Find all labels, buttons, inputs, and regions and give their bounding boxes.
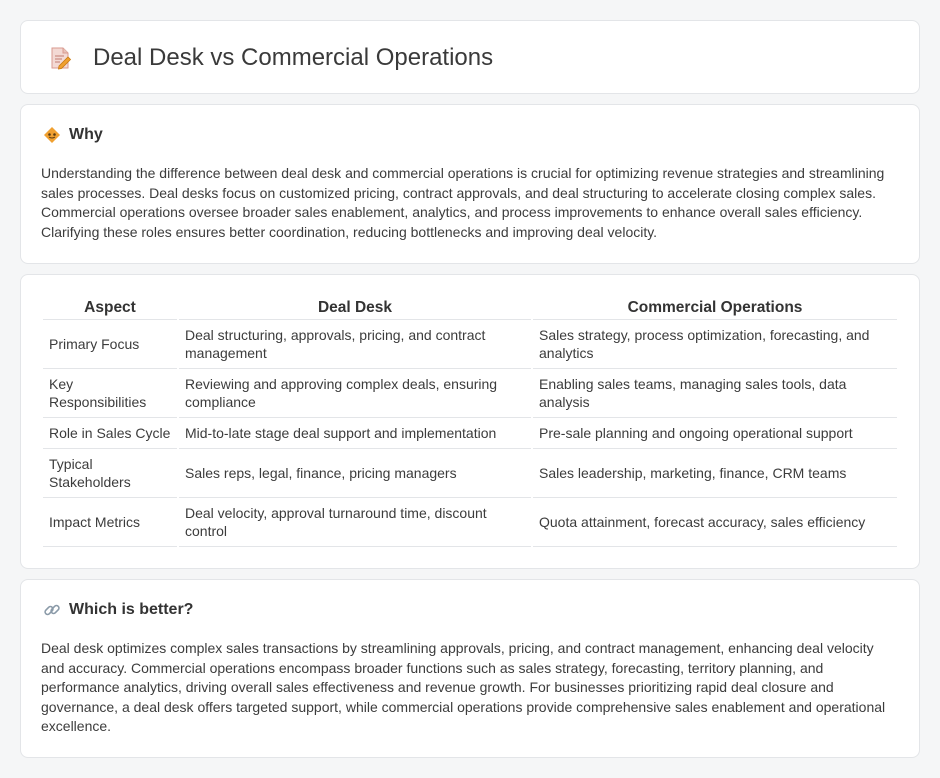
comparison-section: Aspect Deal Desk Commercial Operations P… xyxy=(20,274,920,569)
link-icon xyxy=(43,601,61,619)
deal-desk-cell: Sales reps, legal, finance, pricing mana… xyxy=(179,449,531,498)
aspect-cell: Typical Stakeholders xyxy=(43,449,177,498)
table-row: Typical Stakeholders Sales reps, legal, … xyxy=(43,449,897,498)
commercial-ops-cell: Sales leadership, marketing, finance, CR… xyxy=(533,449,897,498)
commercial-ops-cell: Sales strategy, process optimization, fo… xyxy=(533,320,897,369)
why-text: Understanding the difference between dea… xyxy=(41,165,885,240)
why-section: Why Understanding the difference between… xyxy=(20,104,920,264)
why-header: Why xyxy=(43,126,103,144)
table-row: Role in Sales Cycle Mid-to-late stage de… xyxy=(43,418,897,449)
header-commercial-operations: Commercial Operations xyxy=(533,297,897,320)
header-deal-desk: Deal Desk xyxy=(179,297,531,320)
aspect-cell: Primary Focus xyxy=(43,320,177,369)
table-row: Primary Focus Deal structuring, approval… xyxy=(43,320,897,369)
which-is-better-section: Which is better? Deal desk optimizes com… xyxy=(20,579,920,758)
table-row: Key Responsibilities Reviewing and appro… xyxy=(43,369,897,418)
deal-desk-cell: Deal structuring, approvals, pricing, an… xyxy=(179,320,531,369)
commercial-ops-cell: Pre-sale planning and ongoing operationa… xyxy=(533,418,897,449)
better-text: Deal desk optimizes complex sales transa… xyxy=(41,640,886,735)
deal-desk-cell: Deal velocity, approval turnaround time,… xyxy=(179,498,531,547)
commercial-ops-cell: Quota attainment, forecast accuracy, sal… xyxy=(533,498,897,547)
table-header-row: Aspect Deal Desk Commercial Operations xyxy=(43,297,897,320)
page-title: Deal Desk vs Commercial Operations xyxy=(93,44,494,71)
title-card: Deal Desk vs Commercial Operations xyxy=(20,20,920,94)
aspect-cell: Impact Metrics xyxy=(43,498,177,547)
deal-desk-cell: Mid-to-late stage deal support and imple… xyxy=(179,418,531,449)
table-row: Impact Metrics Deal velocity, approval t… xyxy=(43,498,897,547)
commercial-ops-cell: Enabling sales teams, managing sales too… xyxy=(533,369,897,418)
document-edit-icon xyxy=(47,45,73,71)
better-heading: Which is better? xyxy=(69,601,194,618)
warning-diamond-icon xyxy=(43,126,61,144)
comparison-table: Aspect Deal Desk Commercial Operations P… xyxy=(41,297,899,547)
aspect-cell: Role in Sales Cycle xyxy=(43,418,177,449)
aspect-cell: Key Responsibilities xyxy=(43,369,177,418)
why-heading: Why xyxy=(69,126,103,143)
better-header: Which is better? xyxy=(43,601,193,619)
deal-desk-cell: Reviewing and approving complex deals, e… xyxy=(179,369,531,418)
header-aspect: Aspect xyxy=(43,297,177,320)
title-row: Deal Desk vs Commercial Operations xyxy=(47,41,493,75)
